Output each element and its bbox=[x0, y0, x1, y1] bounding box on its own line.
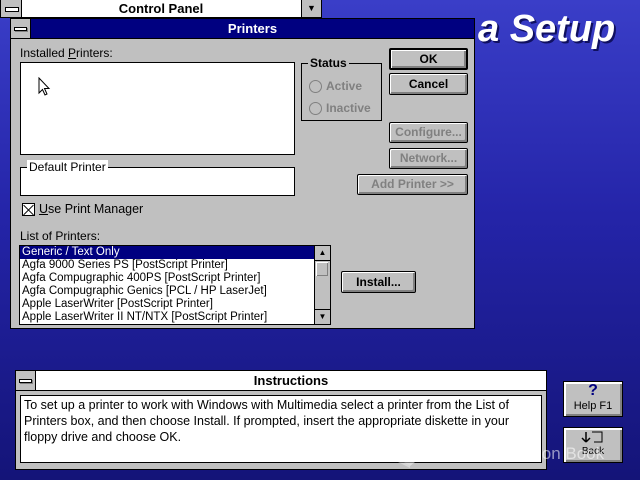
scroll-up-icon[interactable]: ▲ bbox=[315, 246, 330, 261]
scroll-down-icon[interactable]: ▼ bbox=[315, 309, 330, 324]
control-panel-title: Control Panel bbox=[118, 1, 204, 16]
book-watermark-icon bbox=[394, 440, 430, 468]
default-printer-box: Default Printer bbox=[20, 160, 295, 196]
list-item[interactable]: Apple LaserWriter II NT/NTX [PostScript … bbox=[20, 311, 330, 324]
list-of-printers-label: List of Printers: bbox=[20, 229, 101, 243]
control-panel-window[interactable]: Control Panel ▼ bbox=[0, 0, 322, 18]
control-panel-system-menu[interactable] bbox=[1, 0, 22, 17]
cancel-button[interactable]: Cancel bbox=[389, 73, 468, 95]
list-scrollbar[interactable]: ▲ ▼ bbox=[314, 246, 330, 324]
system-menu-icon bbox=[19, 379, 32, 383]
network-button[interactable]: Network... bbox=[389, 148, 468, 169]
printers-titlebar[interactable]: Printers bbox=[11, 19, 474, 39]
installed-printers-label: Installed Printers: bbox=[20, 46, 113, 60]
use-print-manager-checkbox[interactable] bbox=[22, 203, 35, 216]
active-radio[interactable] bbox=[309, 80, 322, 93]
system-menu-icon bbox=[5, 7, 19, 12]
chevron-down-icon[interactable]: ▼ bbox=[301, 0, 321, 17]
inactive-radio[interactable] bbox=[309, 102, 322, 115]
list-item[interactable]: Agfa 9000 Series PS [PostScript Printer] bbox=[20, 259, 330, 272]
inactive-radio-label: Inactive bbox=[326, 101, 371, 115]
default-printer-label: Default Printer bbox=[27, 160, 108, 174]
scroll-thumb[interactable] bbox=[316, 262, 328, 276]
printers-title: Printers bbox=[227, 21, 278, 36]
printers-dialog: Printers Installed Printers: Status Acti… bbox=[10, 18, 475, 329]
install-button[interactable]: Install... bbox=[341, 271, 416, 293]
installed-printers-list[interactable] bbox=[20, 62, 295, 155]
watermark-text: The Collection Book bbox=[452, 444, 605, 463]
list-item[interactable]: Agfa Compugraphic Genics [PCL / HP Laser… bbox=[20, 285, 330, 298]
active-radio-label: Active bbox=[326, 79, 363, 93]
status-group: Status Active Inactive bbox=[301, 56, 382, 121]
system-menu-icon bbox=[14, 27, 27, 31]
instructions-titlebar[interactable]: Instructions bbox=[16, 371, 546, 391]
instructions-title: Instructions bbox=[253, 373, 329, 388]
list-item[interactable]: Generic / Text Only bbox=[20, 246, 330, 259]
mouse-pointer-icon bbox=[38, 77, 51, 96]
status-legend: Status bbox=[308, 56, 349, 70]
list-item[interactable]: Apple LaserWriter [PostScript Printer] bbox=[20, 298, 330, 311]
help-button-label: Help F1 bbox=[573, 400, 613, 412]
printers-system-menu[interactable] bbox=[11, 19, 31, 38]
list-of-printers[interactable]: Generic / Text Only Agfa 9000 Series PS … bbox=[19, 245, 331, 325]
ok-button[interactable]: OK bbox=[389, 48, 468, 70]
help-icon: ? bbox=[588, 382, 598, 399]
background-setup-title: a Setup bbox=[478, 8, 616, 50]
add-printer-button[interactable]: Add Printer >> bbox=[357, 174, 468, 195]
help-button[interactable]: ? Help F1 bbox=[563, 381, 623, 417]
use-print-manager-label: Use Print Manager bbox=[39, 202, 144, 216]
configure-button[interactable]: Configure... bbox=[389, 122, 468, 143]
list-item[interactable]: Agfa Compugraphic 400PS [PostScript Prin… bbox=[20, 272, 330, 285]
instructions-system-menu[interactable] bbox=[16, 371, 36, 390]
